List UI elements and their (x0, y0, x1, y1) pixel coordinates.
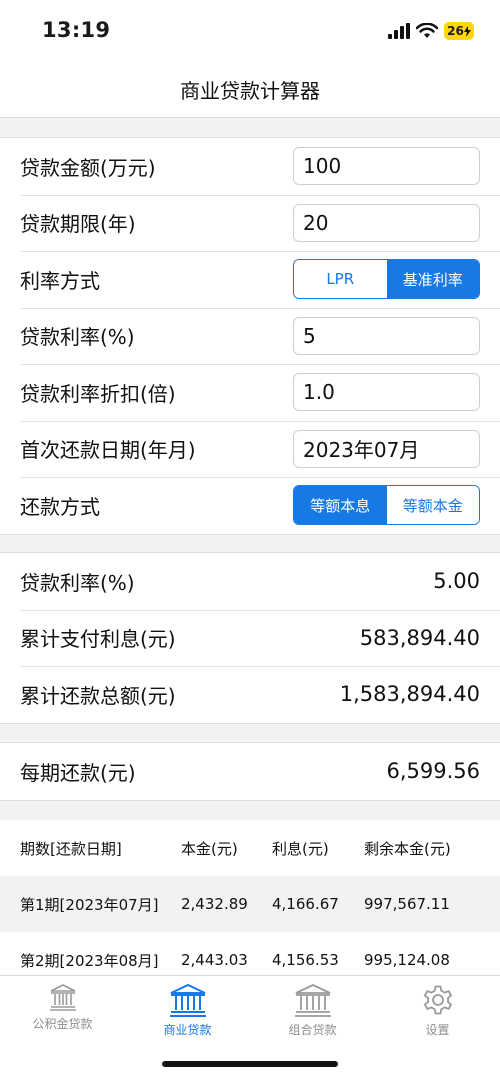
result-rate-value: 5.00 (433, 569, 480, 594)
bank-icon (49, 984, 76, 1011)
rate-mode-segmented-control: LPR 基准利率 (293, 259, 480, 300)
tab-provident-fund-loan[interactable]: 公积金贷款 (0, 982, 125, 1042)
battery-level: 26 (447, 24, 464, 38)
tab-settings[interactable]: 设置 (375, 982, 500, 1042)
table-row: 第1期[2023年07月] 2,432.89 4,166.67 997,567.… (0, 876, 500, 932)
loan-rate-row: 贷款利率(%) (0, 307, 500, 365)
total-interest-row: 累计支付利息(元) 583,894.40 (0, 609, 500, 667)
rate-mode-lpr-option[interactable]: LPR (294, 260, 387, 299)
status-icons: 26 (388, 22, 474, 40)
repay-mode-equal-installment-option[interactable]: 等额本息 (294, 486, 387, 525)
monthly-payment-row: 每期还款(元) 6,599.56 (0, 743, 500, 800)
row-principal: 2,432.89 (181, 895, 248, 913)
row-period: 第1期[2023年07月] (20, 895, 159, 914)
loan-term-label: 贷款期限(年) (20, 212, 136, 237)
loan-amount-label: 贷款金额(万元) (20, 155, 156, 180)
status-bar: 13:19 26 (0, 0, 500, 62)
total-interest-label: 累计支付利息(元) (20, 627, 176, 652)
input-section: 贷款金额(万元) 贷款期限(年) 利率方式 LPR 基准利率 贷款利率(%) 贷… (0, 137, 500, 535)
result-rate-label: 贷款利率(%) (20, 570, 135, 595)
header-remaining: 剩余本金(元) (364, 839, 451, 858)
tab-label: 公积金贷款 (32, 1017, 93, 1031)
charging-bolt-icon (463, 25, 471, 37)
monthly-payment-value: 6,599.56 (386, 759, 480, 784)
rate-mode-label: 利率方式 (20, 268, 100, 293)
cellular-signal-icon (388, 23, 410, 39)
status-time: 13:19 (42, 18, 111, 42)
bank-icon (169, 983, 206, 1017)
first-date-input[interactable] (293, 429, 480, 468)
loan-rate-label: 贷款利率(%) (20, 325, 135, 350)
navigation-bar: 商业贷款计算器 (0, 62, 500, 118)
first-date-label: 首次还款日期(年月) (20, 438, 196, 463)
schedule-table-header: 期数[还款日期] 本金(元) 利息(元) 剩余本金(元) (0, 820, 500, 876)
repay-mode-row: 还款方式 等额本息 等额本金 (0, 477, 500, 534)
page-title: 商业贷款计算器 (180, 79, 320, 103)
monthly-payment-label: 每期还款(元) (20, 760, 136, 785)
result-rate-row: 贷款利率(%) 5.00 (0, 553, 500, 610)
tab-label: 商业贷款 (163, 1023, 212, 1037)
rate-discount-input[interactable] (293, 373, 480, 412)
row-interest: 4,166.67 (272, 895, 339, 913)
tab-combined-loan[interactable]: 组合贷款 (250, 982, 375, 1042)
rate-discount-label: 贷款利率折扣(倍) (20, 381, 176, 406)
rate-mode-benchmark-option[interactable]: 基准利率 (386, 260, 479, 299)
repay-mode-equal-principal-option[interactable]: 等额本金 (386, 486, 479, 525)
total-interest-value: 583,894.40 (359, 625, 480, 650)
loan-term-input[interactable] (293, 203, 480, 242)
header-principal: 本金(元) (181, 839, 238, 858)
loan-amount-row: 贷款金额(万元) (0, 138, 500, 195)
wifi-icon (416, 23, 438, 38)
loan-amount-input[interactable] (293, 147, 480, 186)
loan-rate-input[interactable] (293, 316, 480, 355)
repay-mode-segmented-control: 等额本息 等额本金 (293, 485, 480, 526)
tab-label: 设置 (425, 1023, 450, 1037)
row-remaining: 997,567.11 (364, 895, 450, 913)
results-section: 贷款利率(%) 5.00 累计支付利息(元) 583,894.40 累计还款总额… (0, 552, 500, 724)
total-repayment-value: 1,583,894.40 (339, 682, 480, 707)
total-repayment-row: 累计还款总额(元) 1,583,894.40 (0, 666, 500, 723)
total-repayment-label: 累计还款总额(元) (20, 683, 176, 708)
tab-commercial-loan[interactable]: 商业贷款 (125, 982, 250, 1042)
tab-label: 组合贷款 (288, 1023, 337, 1037)
loan-term-row: 贷款期限(年) (0, 194, 500, 252)
gear-icon (423, 985, 452, 1015)
rate-mode-row: 利率方式 LPR 基准利率 (0, 251, 500, 308)
header-interest: 利息(元) (272, 839, 329, 858)
monthly-payment-section: 每期还款(元) 6,599.56 (0, 742, 500, 801)
first-date-row: 首次还款日期(年月) (0, 420, 500, 478)
rate-discount-row: 贷款利率折扣(倍) (0, 364, 500, 421)
battery-indicator: 26 (444, 22, 474, 40)
repay-mode-label: 还款方式 (20, 494, 100, 519)
bank-icon (294, 984, 331, 1017)
home-indicator (162, 1061, 338, 1067)
header-period: 期数[还款日期] (20, 839, 122, 858)
